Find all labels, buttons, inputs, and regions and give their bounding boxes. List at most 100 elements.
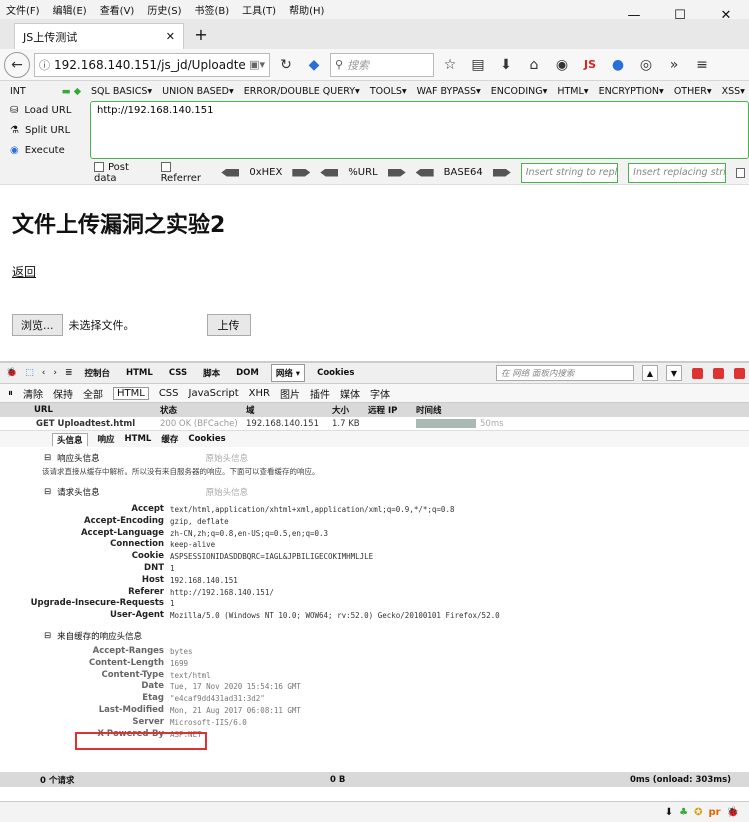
menu-tools[interactable]: 工具(T) — [242, 2, 276, 17]
pr-icon[interactable]: pr — [708, 807, 720, 818]
hackbar-menu-other[interactable]: OTHER▾ — [674, 86, 712, 97]
replacing-string-input[interactable]: Insert replacing string — [628, 162, 726, 183]
firebug-search-input[interactable]: 在 网络 面板内搜索 — [496, 365, 634, 381]
hackbar-menu-encryption[interactable]: ENCRYPTION▾ — [599, 86, 664, 97]
raw-headers-link[interactable]: 原始头信息 — [206, 486, 249, 498]
pause-icon[interactable]: ⏸ — [8, 388, 13, 399]
b64-decode-arrow-icon[interactable] — [415, 168, 434, 177]
url-bar[interactable]: ⓘ 192.168.140.151/js_jd/Uploadtest. ▣▾ — [34, 52, 270, 77]
load-url-button[interactable]: ⛁ Load URL — [10, 103, 71, 118]
command-editor-icon[interactable]: ≣ — [65, 368, 73, 378]
next-icon[interactable]: › — [53, 368, 57, 378]
execute-button[interactable]: ◉ Execute — [10, 143, 71, 158]
split-url-button[interactable]: ⚗ Split URL — [10, 123, 71, 138]
menu-edit[interactable]: 编辑(E) — [53, 2, 87, 17]
post-data-checkbox[interactable]: Post data — [94, 161, 151, 184]
bookmark-blue-icon[interactable]: ◆ — [302, 53, 326, 77]
request-headers-section[interactable]: ⊟ 请求头信息 原始头信息 — [0, 485, 749, 499]
addon-icon[interactable]: ● — [606, 53, 630, 77]
prev-icon[interactable]: ‹ — [42, 368, 46, 378]
globe-icon[interactable]: ◉ — [550, 53, 574, 77]
col-domain[interactable]: 域 — [246, 404, 332, 416]
firebug-icon[interactable]: 🐞 — [6, 368, 17, 378]
tab-headers[interactable]: 头信息 — [52, 432, 88, 446]
url-decode-arrow-icon[interactable] — [320, 168, 339, 177]
panel-dom[interactable]: DOM — [232, 366, 263, 380]
net-persist[interactable]: 保持 — [53, 386, 73, 401]
net-filter-all[interactable]: 全部 — [83, 386, 103, 401]
tab-response[interactable]: 响应 — [98, 433, 115, 445]
menu-view[interactable]: 查看(V) — [100, 2, 135, 17]
request-url[interactable]: GET Uploadtest.html — [0, 419, 160, 429]
col-url[interactable]: URL — [0, 405, 160, 415]
fb-close-icon[interactable] — [734, 367, 745, 379]
cached-response-headers-section[interactable]: ⊟ 来自缓存的响应头信息 — [0, 629, 749, 643]
panel-console[interactable]: 控制台 — [81, 365, 115, 381]
addon-green-icon[interactable]: ♣ — [679, 807, 688, 818]
net-filter-xhr[interactable]: XHR — [249, 388, 270, 399]
b64-encode-arrow-icon[interactable] — [492, 168, 511, 177]
raw-headers-link[interactable]: 原始头信息 — [206, 452, 249, 464]
panel-css[interactable]: CSS — [165, 366, 191, 380]
net-clear[interactable]: 清除 — [23, 386, 43, 401]
net-filter-fonts[interactable]: 字体 — [370, 386, 390, 401]
col-status[interactable]: 状态 — [160, 404, 246, 416]
hackbar-menu-tools[interactable]: TOOLS▾ — [370, 86, 407, 97]
tab-cache[interactable]: 缓存 — [161, 433, 178, 445]
home-icon[interactable]: ⌂ — [522, 53, 546, 77]
upload-button[interactable]: 上传 — [206, 314, 251, 336]
tab-cookies[interactable]: Cookies — [188, 434, 225, 444]
js-toggle[interactable]: JS — [578, 53, 602, 77]
browse-button[interactable]: 浏览... — [12, 314, 63, 336]
panel-net[interactable]: 网络 ▾ — [270, 364, 306, 382]
reload-icon[interactable]: ↻ — [274, 53, 298, 77]
fb-detach-icon[interactable] — [713, 367, 724, 379]
star-icon[interactable]: ☆ — [438, 53, 462, 77]
search-down-icon[interactable]: ▼ — [666, 365, 682, 381]
hackbar-menu-html[interactable]: HTML▾ — [557, 86, 588, 97]
download-icon[interactable]: ⬇ — [665, 807, 673, 818]
panel-cookies[interactable]: Cookies — [313, 366, 358, 380]
panel-script[interactable]: 脚本 — [199, 365, 224, 381]
maximize-icon[interactable]: ☐ — [657, 0, 703, 30]
hamburger-menu-icon[interactable]: ≡ — [690, 53, 714, 77]
menu-history[interactable]: 历史(S) — [147, 2, 181, 17]
tab-html[interactable]: HTML — [125, 434, 152, 444]
fb-minimize-icon[interactable] — [692, 367, 703, 379]
close-window-icon[interactable]: ✕ — [703, 0, 749, 30]
overflow-icon[interactable]: » — [662, 53, 686, 77]
info-icon[interactable]: ⓘ — [39, 57, 50, 73]
menu-bookmarks[interactable]: 书签(B) — [195, 2, 230, 17]
replace-checkbox[interactable] — [735, 167, 746, 178]
response-headers-section[interactable]: ⊟ 响应头信息 原始头信息 — [0, 451, 749, 465]
menu-file[interactable]: 文件(F) — [6, 2, 40, 17]
net-filter-plugins[interactable]: 插件 — [310, 386, 330, 401]
minimize-icon[interactable]: — — [611, 0, 657, 30]
hackbar-menu-error[interactable]: ERROR/DOUBLE QUERY▾ — [244, 86, 360, 97]
col-size[interactable]: 大小 — [332, 404, 368, 416]
download-arrow-icon[interactable]: ⬇ — [494, 53, 518, 77]
tab-active[interactable]: JS上传测试 ✕ — [14, 23, 184, 49]
close-tab-icon[interactable]: ✕ — [166, 30, 175, 43]
hackbar-url-input[interactable] — [90, 101, 749, 159]
inspect-icon[interactable]: ⬚ — [25, 368, 34, 378]
replace-string-input[interactable]: Insert string to replace — [520, 162, 619, 183]
col-timeline[interactable]: 时间线 — [416, 404, 442, 416]
net-filter-media[interactable]: 媒体 — [340, 386, 360, 401]
hex-decode-arrow-icon[interactable] — [221, 168, 240, 177]
firebug-bug-icon[interactable]: 🐞 — [727, 807, 739, 818]
search-input[interactable]: ⚲ 搜索 — [330, 52, 434, 77]
new-tab-icon[interactable]: + — [188, 25, 214, 49]
url-encode-arrow-icon[interactable] — [387, 168, 406, 177]
hackbar-menu-sql[interactable]: SQL BASICS▾ — [91, 86, 152, 97]
hackbar-menu-union[interactable]: UNION BASED▾ — [162, 86, 234, 97]
referrer-checkbox[interactable]: Referrer — [160, 161, 212, 184]
net-filter-html[interactable]: HTML — [113, 386, 149, 400]
col-remote-ip[interactable]: 远程 IP — [368, 404, 416, 416]
hackbar-menu-int[interactable]: INT — [10, 86, 26, 97]
search-up-icon[interactable]: ▲ — [642, 365, 658, 381]
reader-icon[interactable]: ▤ — [466, 53, 490, 77]
net-request-row[interactable]: GET Uploadtest.html 200 OK (BFCache) 192… — [0, 417, 749, 431]
back-icon[interactable]: ← — [4, 51, 30, 78]
hackbar-menu-encoding[interactable]: ENCODING▾ — [491, 86, 548, 97]
